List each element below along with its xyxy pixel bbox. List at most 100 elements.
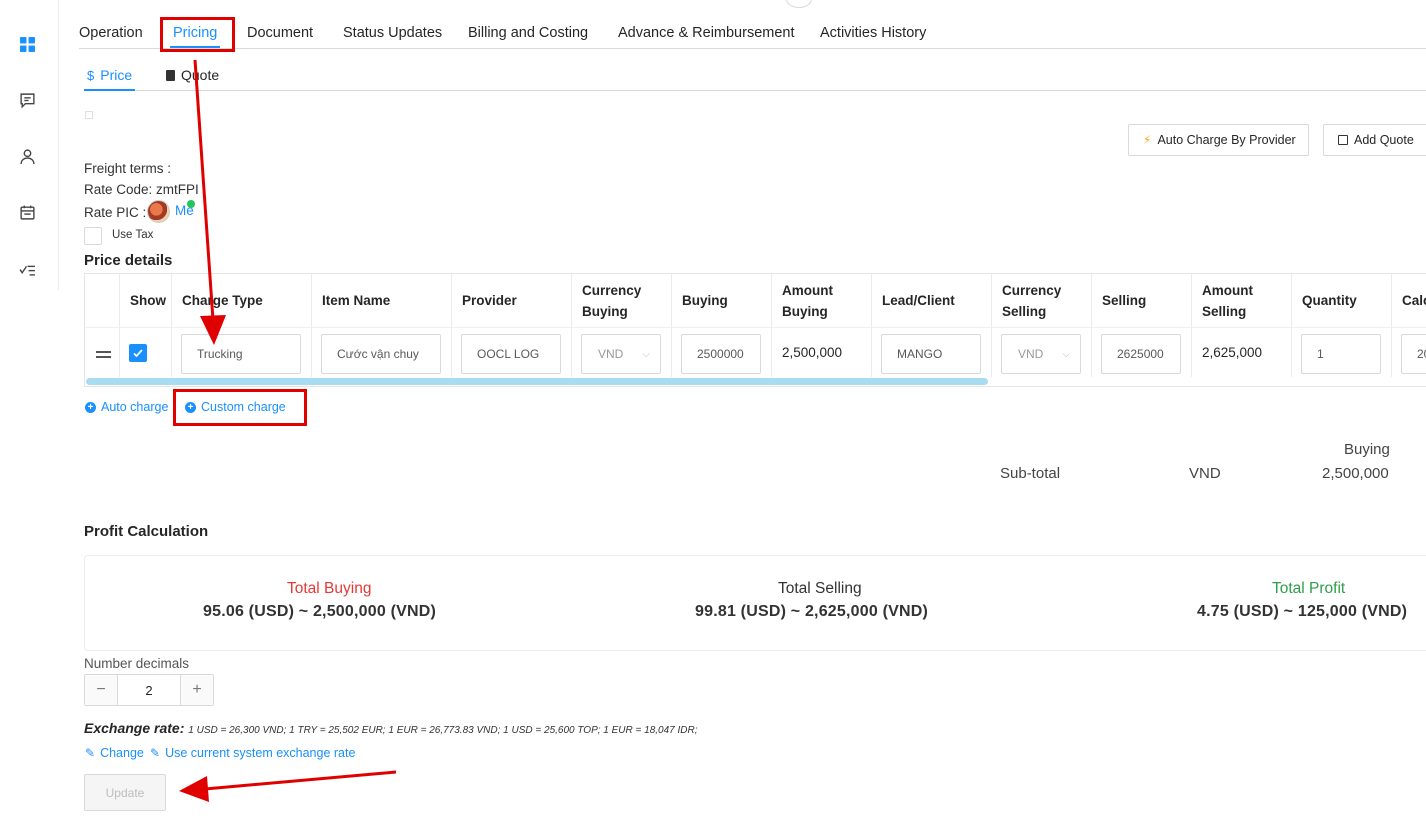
chat-icon[interactable] <box>18 91 36 109</box>
active-subtab-indicator <box>84 89 135 91</box>
checklist-icon[interactable] <box>18 259 36 277</box>
edit-pen-icon: ✎ <box>85 746 96 760</box>
subtab-price[interactable]: $ Price <box>87 67 132 83</box>
lead-client-cell: MANGO <box>872 327 992 377</box>
horizontal-scrollbar[interactable] <box>86 378 988 385</box>
selling-cell: 2625000 <box>1092 327 1192 377</box>
calendar-icon[interactable] <box>18 203 36 221</box>
header-buying: Buying <box>672 274 772 327</box>
user-icon[interactable] <box>18 147 36 165</box>
quantity-cell: 1 <box>1292 327 1392 377</box>
tab-activities-history[interactable]: Activities History <box>820 25 926 41</box>
drag-handle-icon[interactable] <box>96 351 111 358</box>
exchange-rate-line: Exchange rate: 1 USD = 26,300 VND; 1 TRY… <box>84 720 698 736</box>
plus-icon[interactable]: + <box>181 675 213 705</box>
header-currency-buying-label: Currency Buying <box>582 282 642 319</box>
rate-pic-label: Rate PIC : <box>84 205 147 220</box>
add-quote-button[interactable]: Add Quote <box>1323 124 1426 156</box>
use-tax-label: Use Tax <box>112 229 154 241</box>
selling-input[interactable]: 2625000 <box>1101 334 1181 374</box>
subtab-quote[interactable]: Quote <box>166 67 219 83</box>
use-system-rate-label: Use current system exchange rate <box>165 746 356 760</box>
update-button[interactable]: Update <box>84 774 166 811</box>
checkmark-icon <box>133 349 143 358</box>
auto-charge-link[interactable]: + Auto charge <box>85 400 168 414</box>
avatar[interactable] <box>147 200 170 223</box>
charge-type-input[interactable]: Trucking <box>181 334 301 374</box>
header-currency-selling: Currency Selling <box>992 274 1092 327</box>
show-checkbox[interactable] <box>129 344 147 362</box>
select-checkbox[interactable] <box>85 111 93 119</box>
header-show: Show <box>120 274 172 327</box>
use-system-rate-link[interactable]: ✎ Use current system exchange rate <box>150 746 355 760</box>
change-exchange-link[interactable]: ✎ Change <box>85 746 144 760</box>
edit-pen-icon: ✎ <box>150 746 161 760</box>
provider-input[interactable]: OOCL LOG <box>461 334 561 374</box>
decimals-stepper: − 2 + <box>84 674 214 706</box>
custom-charge-highlight <box>173 389 307 426</box>
copy-icon <box>1338 135 1348 145</box>
price-details-table: Show Charge Type Item Name Provider Curr… <box>84 273 1426 387</box>
subtab-price-label: Price <box>100 67 133 83</box>
calc-cell: 20 <box>1392 327 1426 377</box>
online-status-dot <box>187 200 195 208</box>
exchange-rate-values: 1 USD = 26,300 VND; 1 TRY = 25,502 EUR; … <box>188 725 698 736</box>
currency-buying-value: VND <box>598 347 624 361</box>
chevron-down-icon: ⌵ <box>1062 348 1070 360</box>
auto-charge-label: Auto charge <box>101 400 169 414</box>
total-selling-value: 99.81 (USD) ~ 2,625,000 (VND) <box>695 603 929 620</box>
arrow-line-left <box>204 770 397 791</box>
subtotal-label: Sub-total <box>1000 465 1061 482</box>
quantity-input[interactable]: 1 <box>1301 334 1381 374</box>
minus-icon[interactable]: − <box>85 675 117 705</box>
tab-billing-and-costing[interactable]: Billing and Costing <box>468 25 588 41</box>
decimals-value[interactable]: 2 <box>117 675 181 705</box>
subtotal-currency: VND <box>1189 465 1221 482</box>
item-name-input[interactable]: Cước vận chuy <box>321 334 441 374</box>
currency-buying-select[interactable]: VND ⌵ <box>581 334 661 374</box>
total-selling-label: Total Selling <box>778 580 862 597</box>
price-details-title: Price details <box>84 252 173 269</box>
tab-advance-reimbursement[interactable]: Advance & Reimbursement <box>618 25 795 41</box>
amount-selling-value: 2,625,000 <box>1202 345 1263 360</box>
collapse-handle[interactable] <box>786 0 812 8</box>
tab-operation[interactable]: Operation <box>79 25 143 41</box>
header-amount-buying-label: Amount Buying <box>782 282 833 319</box>
header-provider: Provider <box>452 274 572 327</box>
total-profit-value: 4.75 (USD) ~ 125,000 (VND) <box>1197 603 1408 620</box>
header-lead-client: Lead/Client <box>872 274 992 327</box>
amount-buying-cell: 2,500,000 <box>772 327 872 377</box>
number-decimals-label: Number decimals <box>84 656 190 671</box>
provider-cell: OOCL LOG <box>452 327 572 377</box>
lead-client-input[interactable]: MANGO <box>881 334 981 374</box>
auto-charge-by-provider-label: Auto Charge By Provider <box>1157 133 1296 147</box>
pricing-tab-highlight <box>160 17 235 52</box>
currency-selling-select[interactable]: VND ⌵ <box>1001 334 1081 374</box>
header-amount-selling: Amount Selling <box>1192 274 1292 327</box>
profit-summary-card: Total Buying 95.06 (USD) ~ 2,500,000 (VN… <box>84 555 1426 651</box>
sub-tabs: $ Price Quote <box>84 60 1426 91</box>
use-tax-checkbox[interactable] <box>84 227 102 245</box>
currency-selling-cell: VND ⌵ <box>992 327 1092 377</box>
calc-input[interactable]: 20 <box>1401 334 1426 374</box>
buying-column-header: Buying <box>1344 441 1390 458</box>
buying-input[interactable]: 2500000 <box>681 334 761 374</box>
currency-buying-cell: VND ⌵ <box>572 327 672 377</box>
profit-calculation-title: Profit Calculation <box>84 523 209 540</box>
buying-cell: 2500000 <box>672 327 772 377</box>
dashboard-icon[interactable] <box>18 35 36 53</box>
tab-document[interactable]: Document <box>247 25 313 41</box>
arrow-head-left <box>179 776 209 802</box>
dollar-icon: $ <box>87 67 95 83</box>
lightning-icon: ⚡ <box>1143 133 1152 147</box>
tab-status-updates[interactable]: Status Updates <box>343 25 442 41</box>
auto-charge-by-provider-button[interactable]: ⚡ Auto Charge By Provider <box>1128 124 1309 156</box>
item-name-cell: Cước vận chuy <box>312 327 452 377</box>
header-quantity: Quantity <box>1292 274 1392 327</box>
charge-type-cell: Trucking <box>172 327 312 377</box>
main-tabs: Operation Pricing Document Status Update… <box>79 14 1426 49</box>
subtab-quote-label: Quote <box>181 67 220 83</box>
add-quote-label: Add Quote <box>1354 133 1414 147</box>
header-currency-selling-label: Currency Selling <box>1002 282 1062 319</box>
total-buying-value: 95.06 (USD) ~ 2,500,000 (VND) <box>203 603 437 620</box>
